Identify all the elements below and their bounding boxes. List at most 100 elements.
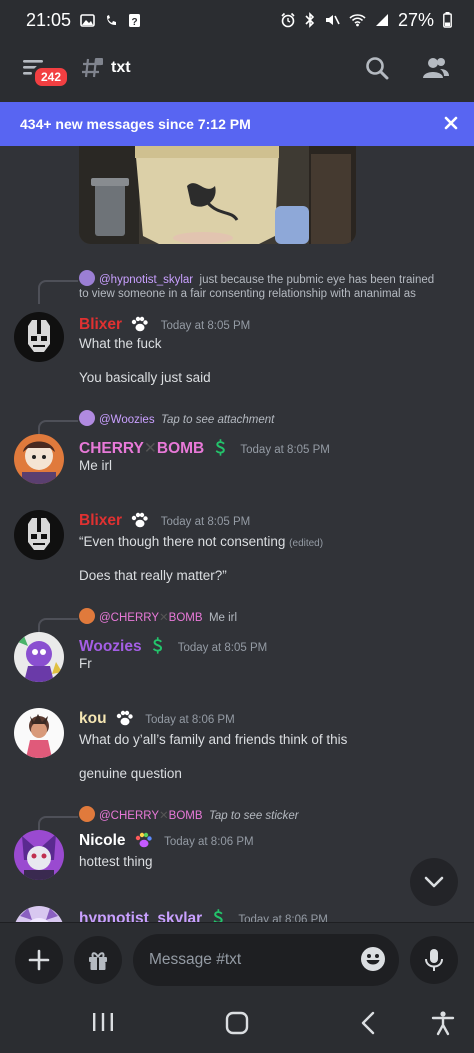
avatar[interactable] bbox=[14, 632, 64, 682]
avatar[interactable] bbox=[14, 312, 64, 362]
channel-name: txt bbox=[111, 59, 131, 76]
reply-author[interactable]: @CHERRY bbox=[99, 612, 159, 624]
gift-button[interactable] bbox=[74, 936, 122, 984]
author-label[interactable]: kou bbox=[79, 710, 107, 727]
message-composer bbox=[0, 922, 474, 996]
attachment-image[interactable] bbox=[79, 146, 356, 244]
hashtag-lock-icon bbox=[80, 56, 104, 87]
dollar-icon: ＄ bbox=[212, 440, 229, 457]
mic-icon bbox=[425, 949, 443, 971]
x-separator-icon: ✕ bbox=[143, 440, 157, 457]
author-name[interactable]: Blixer Today at 8:05 PM bbox=[79, 316, 250, 337]
voice-message-button[interactable] bbox=[410, 936, 458, 984]
author-name[interactable]: hypnotist_skylar ＄ Today at 8:06 PM bbox=[79, 906, 328, 922]
message-feed[interactable]: @hypnotist_skylar just because the pubmi… bbox=[0, 146, 474, 922]
message-item[interactable]: hypnotist_skylar ＄ Today at 8:06 PM bbox=[0, 904, 474, 922]
message-text: Does that really matter?” bbox=[79, 568, 227, 583]
app-root: 21:05 ? 27% 242 txt 434+ new messages si… bbox=[0, 0, 474, 1053]
avatar[interactable] bbox=[14, 434, 64, 484]
author-name[interactable]: Blixer Today at 8:05 PM bbox=[79, 512, 250, 533]
message-item[interactable]: @Woozies Tap to see attachment CHERRY✕BO… bbox=[0, 408, 474, 488]
author-label[interactable]: Blixer bbox=[79, 512, 122, 529]
accessibility-icon bbox=[431, 1011, 455, 1036]
author-name[interactable]: Woozies ＄ Today at 8:05 PM bbox=[79, 634, 267, 656]
reply-preview[interactable]: @CHERRY✕BOMB Tap to see sticker bbox=[79, 806, 299, 824]
message-item[interactable]: @CHERRY✕BOMB Me irl Woozies ＄ Today at 8… bbox=[0, 606, 474, 686]
accessibility-button[interactable] bbox=[430, 1010, 456, 1041]
x-separator-icon: ✕ bbox=[159, 810, 169, 822]
new-messages-bar[interactable]: 434+ new messages since 7:12 PM bbox=[0, 102, 474, 146]
paw-icon bbox=[115, 710, 133, 731]
paw-icon bbox=[130, 316, 149, 337]
reply-text: just because the pubmic eye has been tra… bbox=[199, 274, 435, 286]
author-name[interactable]: Nicole Today at 8:06 PM bbox=[79, 832, 254, 853]
author-name[interactable]: CHERRY✕BOMB ＄ Today at 8:05 PM bbox=[79, 436, 330, 458]
add-attachment-button[interactable] bbox=[15, 936, 63, 984]
author-label[interactable]: hypnotist_skylar bbox=[79, 910, 202, 922]
message-item[interactable]: kou Today at 8:06 PM What do y’all’s fam… bbox=[0, 708, 474, 788]
author-label-2[interactable]: BOMB bbox=[157, 440, 204, 457]
chevron-down-icon bbox=[424, 876, 444, 888]
battery-percent: 27% bbox=[397, 9, 434, 30]
channel-header: 242 txt bbox=[0, 40, 474, 102]
back-button[interactable] bbox=[356, 1010, 382, 1041]
author-label[interactable]: Nicole bbox=[79, 832, 126, 849]
reply-author[interactable]: @Woozies bbox=[99, 414, 155, 426]
reply-preview-line2: to view someone in a fair consenting rel… bbox=[79, 288, 416, 300]
timestamp: Today at 8:06 PM bbox=[145, 714, 235, 726]
message-line: “Even though there not consenting bbox=[79, 534, 286, 549]
reply-author[interactable]: @hypnotist_skylar bbox=[99, 274, 193, 286]
wifi-call-icon bbox=[104, 13, 119, 27]
system-nav-bar bbox=[0, 996, 474, 1053]
message-text: “Even though there not consenting (edite… bbox=[79, 534, 323, 549]
author-name[interactable]: kou Today at 8:06 PM bbox=[79, 710, 235, 731]
author-label[interactable]: Woozies bbox=[79, 638, 142, 655]
mute-icon bbox=[324, 12, 340, 28]
dollar-icon: ＄ bbox=[210, 910, 227, 922]
author-label[interactable]: CHERRY bbox=[79, 440, 144, 457]
message-text: hottest thing bbox=[79, 854, 153, 869]
gift-icon bbox=[89, 952, 107, 970]
timestamp: Today at 8:05 PM bbox=[177, 642, 268, 654]
svg-text:?: ? bbox=[131, 17, 137, 28]
timestamp: Today at 8:05 PM bbox=[160, 320, 251, 332]
avatar[interactable] bbox=[14, 830, 64, 880]
notification-icon: ? bbox=[128, 13, 141, 28]
recent-apps-button[interactable] bbox=[90, 1010, 116, 1039]
search-icon bbox=[366, 57, 389, 80]
avatar[interactable] bbox=[14, 906, 64, 922]
reply-author[interactable]: @CHERRY bbox=[99, 810, 159, 822]
unread-badge: 242 bbox=[32, 65, 71, 89]
avatar[interactable] bbox=[14, 708, 64, 758]
paw-icon bbox=[130, 512, 149, 533]
paw-icon bbox=[134, 832, 152, 853]
search-button[interactable] bbox=[364, 55, 390, 86]
reply-author-2[interactable]: BOMB bbox=[169, 612, 203, 624]
reply-author-2[interactable]: BOMB bbox=[169, 810, 203, 822]
message-text: Me irl bbox=[79, 458, 112, 473]
reply-preview[interactable]: @Woozies Tap to see attachment bbox=[79, 410, 274, 428]
author-label[interactable]: Blixer bbox=[79, 316, 122, 333]
reply-text: Me irl bbox=[208, 612, 238, 624]
message-item[interactable]: @hypnotist_skylar just because the pubmi… bbox=[0, 266, 474, 385]
scroll-to-bottom-button[interactable] bbox=[410, 858, 458, 906]
message-item[interactable]: Blixer Today at 8:05 PM “Even though the… bbox=[0, 510, 474, 590]
message-item[interactable]: @CHERRY✕BOMB Tap to see sticker Nicole T… bbox=[0, 804, 474, 884]
reply-preview[interactable]: @CHERRY✕BOMB Me irl bbox=[79, 608, 237, 626]
home-button[interactable] bbox=[224, 1010, 250, 1041]
close-icon[interactable] bbox=[444, 114, 458, 135]
signal-icon bbox=[375, 13, 389, 27]
reply-avatar bbox=[79, 270, 95, 286]
bluetooth-icon bbox=[305, 12, 315, 28]
home-icon bbox=[225, 1011, 249, 1035]
members-button[interactable] bbox=[422, 55, 450, 86]
reply-avatar bbox=[79, 410, 95, 426]
status-bar: 21:05 ? 27% bbox=[0, 0, 474, 40]
avatar[interactable] bbox=[14, 510, 64, 560]
message-text: Fr bbox=[79, 656, 92, 671]
gallery-icon bbox=[80, 13, 95, 27]
battery-icon bbox=[443, 12, 452, 28]
recents-icon bbox=[93, 1013, 113, 1031]
emoji-button[interactable] bbox=[359, 945, 387, 978]
message-text: What the fuck bbox=[79, 336, 162, 351]
